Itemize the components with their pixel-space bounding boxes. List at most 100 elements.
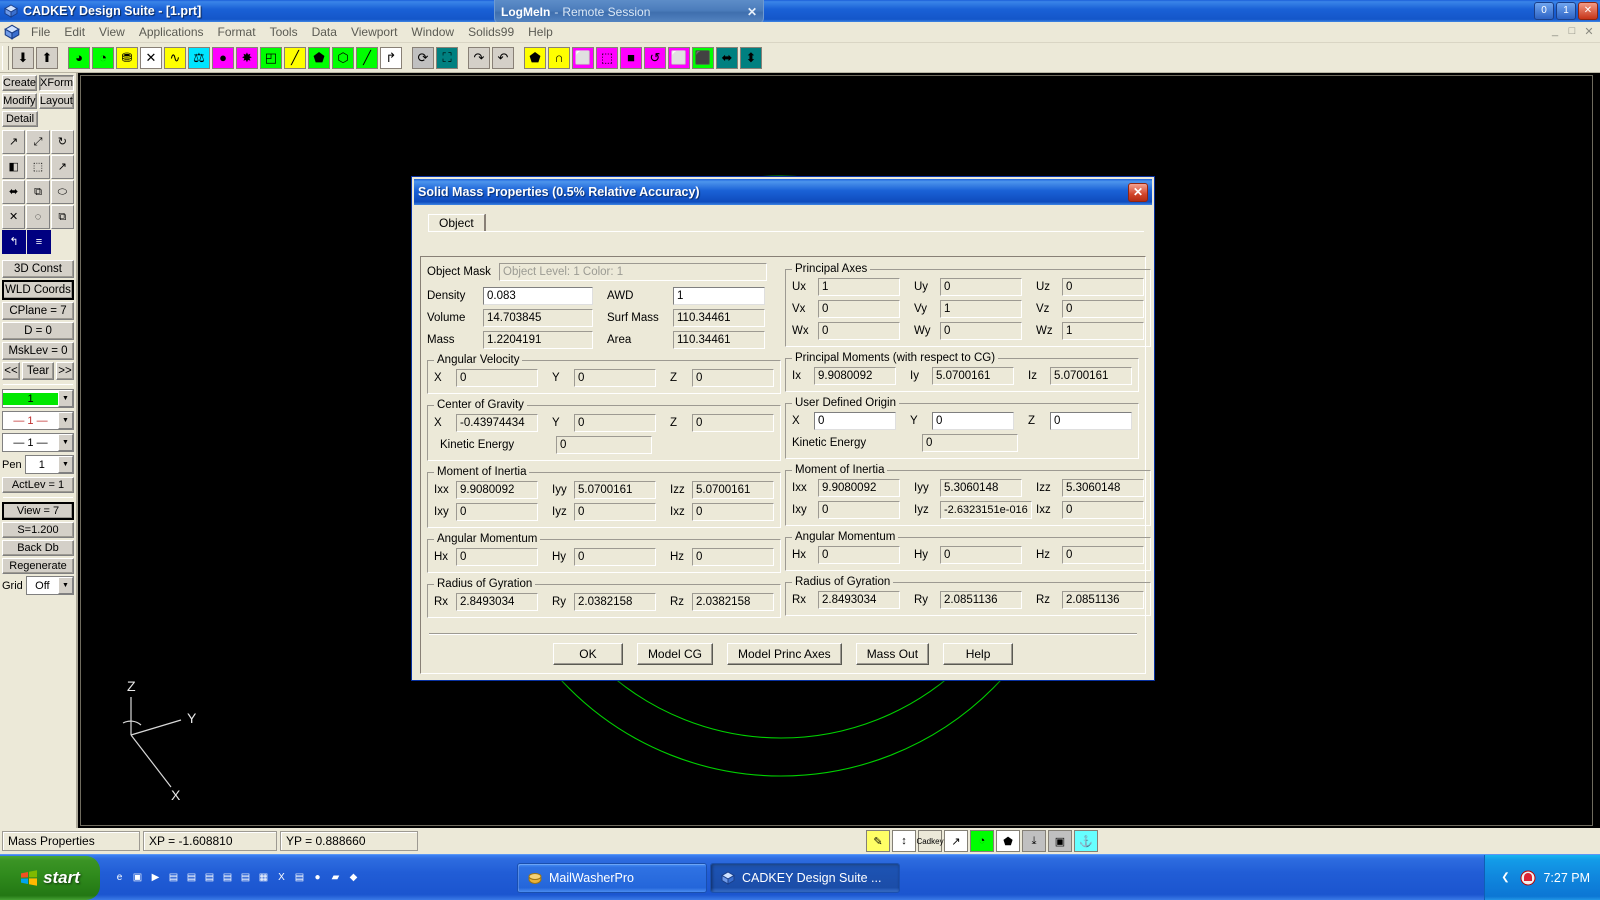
folder-quicklaunch-icon[interactable]: ▰ xyxy=(327,869,344,886)
sidebar-button-xform[interactable]: XForm xyxy=(39,75,75,91)
box-icon[interactable]: ⬜ xyxy=(668,46,690,69)
sidebar-button-3d-const[interactable]: 3D Const xyxy=(2,260,74,278)
pen-combo[interactable]: 1 ▼ xyxy=(24,455,74,474)
text-tool-icon[interactable]: ⚓ xyxy=(1074,830,1098,852)
sidebar-button-back-db[interactable]: Back Db xyxy=(2,540,74,556)
ie-quicklaunch-icon[interactable]: e xyxy=(111,869,128,886)
sidebar-button-create[interactable]: Create xyxy=(2,75,38,91)
sidebar-button-next[interactable]: >> xyxy=(56,362,74,380)
array-icon[interactable]: ⧉ xyxy=(26,180,50,204)
redo-icon[interactable]: ↷ xyxy=(468,46,490,69)
taskbar-item-mailwasherpro[interactable]: MailWasherPro xyxy=(517,862,707,893)
chevron-down-icon[interactable]: ▼ xyxy=(58,390,73,407)
export-tool-icon[interactable]: ⤓ xyxy=(1022,830,1046,852)
dynamic-pan-icon[interactable]: ⬍ xyxy=(740,46,762,69)
mass-out-button[interactable]: Mass Out xyxy=(855,643,930,665)
doc2-quicklaunch-icon[interactable]: ▤ xyxy=(183,869,200,886)
shield-tool-icon[interactable]: ⬟ xyxy=(996,830,1020,852)
blend-icon[interactable]: ╱ xyxy=(356,46,378,69)
chevron-down-icon[interactable]: ▼ xyxy=(58,456,73,473)
boolean-cut-icon[interactable]: ⬡ xyxy=(332,46,354,69)
sidebar-button-depth[interactable]: D = 0 xyxy=(2,322,74,340)
sidebar-button-wld-coords[interactable]: WLD Coords xyxy=(2,280,74,300)
linetype-combo[interactable]: — 1 — ▼ xyxy=(2,411,74,430)
chevron-down-icon[interactable]: ▼ xyxy=(58,577,73,594)
model-princ-axes-button[interactable]: Model Princ Axes xyxy=(726,643,842,665)
rotate-icon[interactable]: ↻ xyxy=(50,130,74,154)
desktop-quicklaunch-icon[interactable]: ▣ xyxy=(129,869,146,886)
sweep-icon[interactable]: ╱ xyxy=(284,46,306,69)
tab-object[interactable]: Object xyxy=(428,214,485,231)
sidebar-button-tear[interactable]: Tear xyxy=(22,362,54,380)
section-cut-icon[interactable]: ✕ xyxy=(140,46,162,69)
chevron-down-icon[interactable]: ▼ xyxy=(58,412,73,429)
doc3-quicklaunch-icon[interactable]: ▤ xyxy=(201,869,218,886)
start-button[interactable]: start xyxy=(0,855,100,900)
mdi-close-button[interactable]: ✕ xyxy=(1582,25,1596,38)
down-arrow-icon[interactable]: ⬇ xyxy=(12,46,34,69)
density-input[interactable]: 0.083 xyxy=(483,287,593,305)
fit-window-icon[interactable]: ⛶ xyxy=(436,46,458,69)
solid-box-icon[interactable]: ⬛ xyxy=(692,46,714,69)
explode-xform-icon[interactable]: ✕ xyxy=(2,205,26,229)
cube-view-icon[interactable]: ⬜ xyxy=(572,46,594,69)
menu-item-tools[interactable]: Tools xyxy=(263,23,305,41)
dimension-tool-icon[interactable]: ↕ xyxy=(892,830,916,852)
awd-input[interactable]: 1 xyxy=(673,287,765,305)
color-cube-icon[interactable]: ■ xyxy=(620,46,642,69)
model-cg-button[interactable]: Model CG xyxy=(636,643,713,665)
clock[interactable]: 7:27 PM xyxy=(1543,871,1590,885)
sidebar-button-cplane[interactable]: CPlane = 7 xyxy=(2,302,74,320)
clock-tool-icon[interactable]: ◔ xyxy=(970,830,994,852)
sidebar-button-layout[interactable]: Layout xyxy=(38,93,74,109)
sidebar-button-msklev[interactable]: MskLev = 0 xyxy=(2,342,74,360)
menu-item-applications[interactable]: Applications xyxy=(132,23,211,41)
undo-icon[interactable]: ↶ xyxy=(492,46,514,69)
solid-sphere-icon[interactable]: ◕ xyxy=(68,46,90,69)
dynamic-rotate-icon[interactable]: ⬌ xyxy=(716,46,738,69)
translate-icon[interactable]: ↗ xyxy=(2,130,26,154)
menu-item-window[interactable]: Window xyxy=(404,23,461,41)
save-tool-icon[interactable]: ▣ xyxy=(1048,830,1072,852)
dynamic-xform-icon[interactable]: ↰ xyxy=(2,230,26,254)
spline-icon[interactable]: ∿ xyxy=(164,46,186,69)
toolbar-grip[interactable] xyxy=(2,45,9,70)
sidebar-button-scale[interactable]: S=1.200 xyxy=(2,522,74,538)
udo-y-input[interactable]: 0 xyxy=(932,412,1014,430)
up-arrow-icon[interactable]: ⬆ xyxy=(36,46,58,69)
properties-icon[interactable]: ≡ xyxy=(27,230,51,254)
menu-item-viewport[interactable]: Viewport xyxy=(344,23,404,41)
circular-array-icon[interactable]: ◌ xyxy=(26,205,50,229)
wireframe-icon[interactable]: ⬚ xyxy=(596,46,618,69)
copy-icon[interactable]: ⧉ xyxy=(50,205,74,229)
sidebar-button-prev[interactable]: << xyxy=(2,362,20,380)
sidebar-button-modify[interactable]: Modify xyxy=(2,93,37,109)
revolve-icon[interactable]: ⬭ xyxy=(50,180,74,204)
media-quicklaunch-icon[interactable]: ▶ xyxy=(147,869,164,886)
doc1-quicklaunch-icon[interactable]: ▤ xyxy=(165,869,182,886)
doc5-quicklaunch-icon[interactable]: ▤ xyxy=(237,869,254,886)
menu-item-file[interactable]: File xyxy=(24,23,57,41)
arrow-tool-icon[interactable]: ↗ xyxy=(944,830,968,852)
help-button[interactable]: Help xyxy=(943,643,1014,665)
logmein-close-icon[interactable]: ✕ xyxy=(747,5,757,19)
transform-icon[interactable]: ↱ xyxy=(380,46,402,69)
taskbar-item-cadkey[interactable]: CADKEY Design Suite ... xyxy=(710,862,900,893)
dialog-close-icon[interactable]: ✕ xyxy=(1128,182,1148,202)
logmein-session-bar[interactable]: LogMeIn - Remote Session ✕ xyxy=(494,0,764,24)
rotate-view-icon[interactable]: ↺ xyxy=(644,46,666,69)
calendar-quicklaunch-icon[interactable]: ▦ xyxy=(255,869,272,886)
menu-item-help[interactable]: Help xyxy=(521,23,560,41)
doc4-quicklaunch-icon[interactable]: ▤ xyxy=(219,869,236,886)
scale-icon[interactable]: ⤢ xyxy=(26,130,50,154)
menu-item-view[interactable]: View xyxy=(92,23,132,41)
boolean-union-icon[interactable]: ⬟ xyxy=(308,46,330,69)
note-tool-icon[interactable]: ✎ xyxy=(866,830,890,852)
dialog-titlebar[interactable]: Solid Mass Properties (0.5% Relative Acc… xyxy=(414,179,1152,205)
offset-icon[interactable]: ↗ xyxy=(50,155,74,179)
show-hidden-icons-button[interactable]: ❮ xyxy=(1497,870,1513,886)
minimize-button[interactable]: 0 xyxy=(1534,2,1554,20)
mdi-restore-button[interactable]: □ xyxy=(1565,25,1579,38)
sidebar-button-view[interactable]: View = 7 xyxy=(2,502,74,520)
document-icon[interactable] xyxy=(3,23,21,41)
